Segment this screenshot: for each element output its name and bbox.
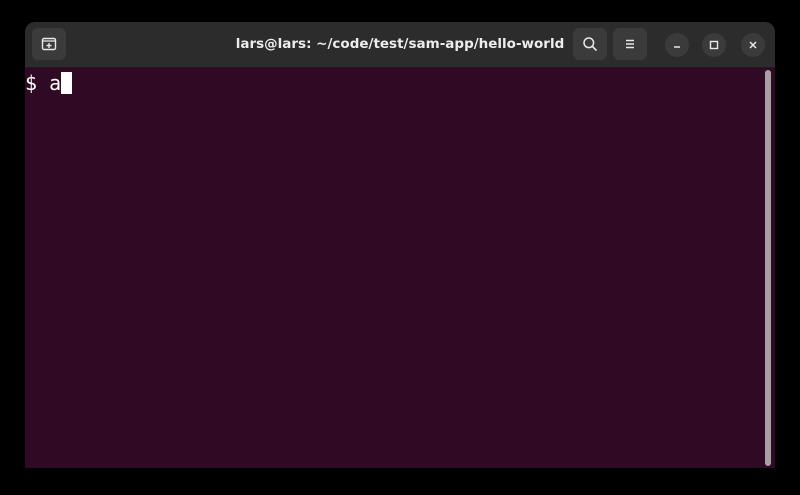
hamburger-menu-icon: [626, 39, 634, 49]
scrollbar[interactable]: [765, 70, 771, 466]
search-button[interactable]: [573, 28, 607, 60]
menu-button[interactable]: [613, 28, 647, 60]
minimize-button[interactable]: [665, 33, 689, 57]
shell-prompt: $: [25, 71, 50, 95]
terminal-window: lars@lars: ~/code/test/sam-app/hello-wor…: [25, 22, 775, 468]
command-line: $ a: [25, 70, 73, 96]
window-title: lars@lars: ~/code/test/sam-app/hello-wor…: [235, 36, 565, 52]
maximize-button[interactable]: [702, 33, 726, 57]
search-icon: [583, 37, 597, 51]
maximize-icon: [709, 40, 719, 50]
new-tab-icon: [41, 37, 57, 51]
new-tab-button[interactable]: [32, 28, 66, 60]
minimize-icon: [674, 46, 680, 48]
close-button[interactable]: [741, 33, 765, 57]
command-input: a: [49, 71, 62, 95]
close-icon: [749, 41, 757, 49]
terminal-area[interactable]: $ a: [25, 68, 761, 468]
headerbar: lars@lars: ~/code/test/sam-app/hello-wor…: [25, 22, 775, 68]
text-cursor: [61, 72, 73, 94]
